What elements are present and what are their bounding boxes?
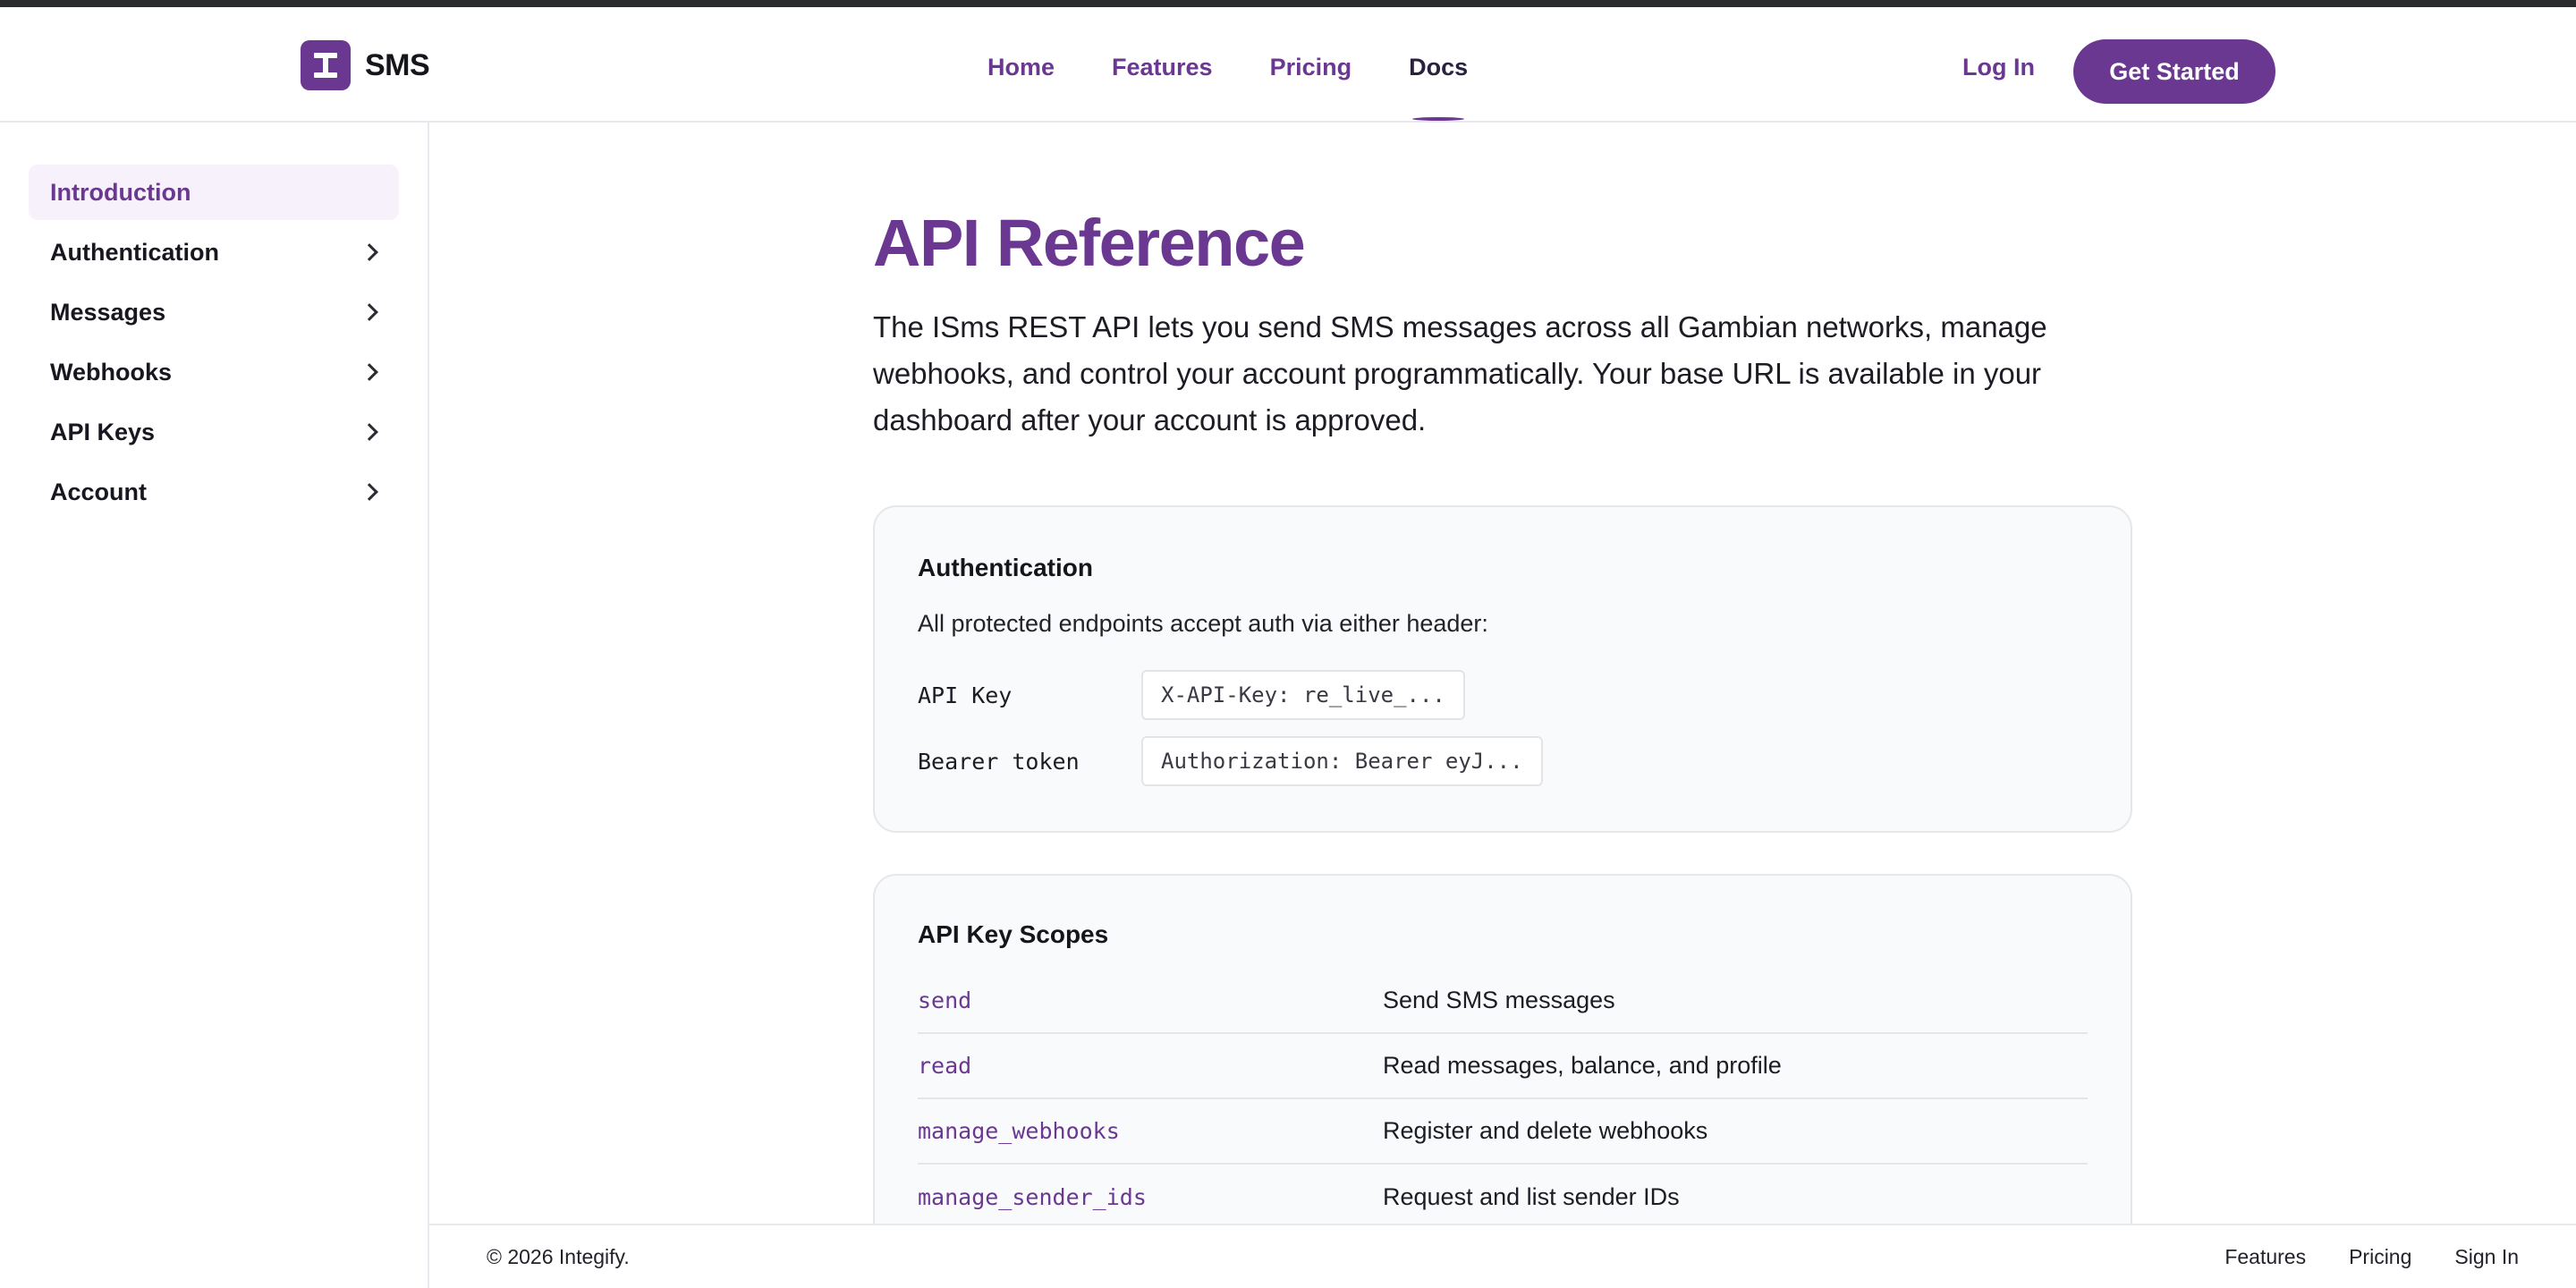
brand[interactable]: SMS [301, 40, 430, 90]
auth-row-api-key: API Key X-API-Key: re_live_... [918, 670, 1465, 720]
sidebar-item-label: Webhooks [50, 358, 173, 386]
nav-link-docs[interactable]: Docs [1409, 54, 1469, 121]
scope-row: read Read messages, balance, and profile [918, 1034, 2088, 1099]
sidebar-item-webhooks[interactable]: Webhooks [29, 344, 399, 400]
footer-link-features[interactable]: Features [2224, 1245, 2306, 1269]
scope-key: manage_sender_ids [918, 1184, 1147, 1210]
scope-row: send Send SMS messages [918, 969, 2088, 1034]
footer-link-pricing[interactable]: Pricing [2349, 1245, 2411, 1269]
footer-link-sign-in[interactable]: Sign In [2454, 1245, 2519, 1269]
copyright-text: © 2026 Integify. [487, 1245, 630, 1268]
docs-sidebar: Introduction Authentication Messages Web… [0, 123, 429, 1288]
scope-description: Send SMS messages [1383, 987, 1615, 1013]
intro-paragraph: The ISms REST API lets you send SMS mess… [873, 310, 2047, 436]
scope-row: manage_sender_ids Request and list sende… [918, 1165, 2088, 1224]
nav-link-home[interactable]: Home [987, 54, 1055, 81]
page-title: API Reference [873, 206, 1306, 280]
card-title: API Key Scopes [918, 920, 1109, 948]
scope-key: manage_webhooks [918, 1118, 1120, 1144]
sidebar-item-label: Account [50, 478, 147, 505]
login-link[interactable]: Log In [1962, 54, 2035, 81]
code-snippet[interactable]: X-API-Key: re_live_... [1141, 670, 1465, 720]
primary-nav: Home Features Pricing Docs [987, 54, 1525, 121]
brand-name: SMS [365, 47, 430, 82]
nav-link-pricing[interactable]: Pricing [1270, 54, 1352, 81]
nav-link-docs-label: Docs [1409, 54, 1469, 80]
scope-key: send [918, 987, 972, 1013]
scope-description: Request and list sender IDs [1383, 1183, 1680, 1210]
auth-label: API Key [918, 682, 1013, 708]
site-header: SMS Home Features Pricing Docs Log In Ge… [0, 7, 2576, 123]
site-footer: © 2026 Integify. Features Pricing Sign I… [429, 1224, 2576, 1288]
code-snippet[interactable]: Authorization: Bearer eyJ... [1141, 736, 1543, 786]
scope-description: Read messages, balance, and profile [1383, 1052, 1782, 1079]
integify-logo-icon [301, 40, 351, 90]
get-started-button[interactable]: Get Started [2073, 39, 2275, 104]
scope-description: Register and delete webhooks [1383, 1117, 1708, 1144]
chevron-right-icon [360, 243, 378, 261]
scope-key: read [918, 1053, 972, 1079]
chevron-right-icon [360, 483, 378, 501]
chevron-right-icon [360, 423, 378, 441]
auth-row-bearer-token: Bearer token Authorization: Bearer eyJ..… [918, 736, 1543, 786]
card-description: All protected endpoints accept auth via … [918, 610, 1488, 637]
window-top-strip [0, 0, 2576, 7]
sidebar-item-messages[interactable]: Messages [29, 284, 399, 340]
sidebar-item-label: Authentication [50, 238, 219, 266]
sidebar-item-api-keys[interactable]: API Keys [29, 404, 399, 460]
sidebar-item-label: Introduction [50, 178, 191, 206]
sidebar-item-authentication[interactable]: Authentication [29, 225, 399, 280]
auth-label: Bearer token [918, 748, 1080, 775]
chevron-right-icon [360, 303, 378, 321]
authentication-card: Authentication All protected endpoints a… [873, 505, 2132, 833]
sidebar-item-account[interactable]: Account [29, 464, 399, 520]
scope-row: manage_webhooks Register and delete webh… [918, 1099, 2088, 1165]
api-key-scopes-card: API Key Scopes send Send SMS messages re… [873, 874, 2132, 1224]
card-title: Authentication [918, 554, 1093, 581]
active-nav-indicator [1412, 117, 1465, 121]
sidebar-item-label: API Keys [50, 418, 156, 445]
footer-links: Features Pricing Sign In [2182, 1245, 2519, 1269]
chevron-right-icon [360, 363, 378, 381]
nav-link-features[interactable]: Features [1112, 54, 1213, 81]
docs-content: API Reference The ISms REST API lets you… [431, 123, 2576, 1224]
sidebar-item-introduction[interactable]: Introduction [29, 165, 399, 220]
sidebar-item-label: Messages [50, 298, 166, 326]
